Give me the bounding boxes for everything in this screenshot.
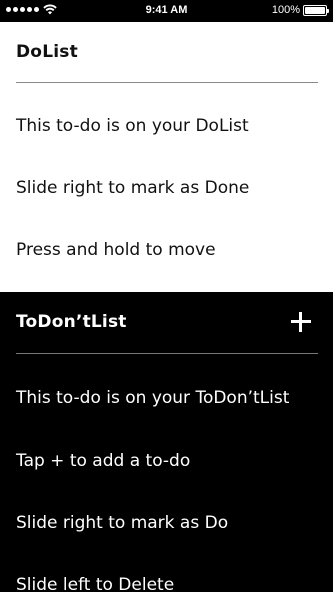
todontlist-section: ToDon’tList This to-do is on your ToDon’… (0, 292, 333, 592)
battery-icon (303, 4, 329, 16)
todontlist-title: ToDon’tList (16, 312, 127, 332)
todontlist-item[interactable]: This to-do is on your ToDon’tList (16, 388, 289, 408)
dolist-item[interactable]: Slide right to mark as Done (16, 178, 249, 198)
status-bar: 9:41 AM 100% (0, 0, 333, 22)
battery-percentage: 100% (271, 4, 300, 16)
status-right: 100% (271, 4, 329, 16)
dolist-item[interactable]: Press and hold to move (16, 240, 216, 260)
battery-fill (305, 6, 325, 14)
todontlist-divider (16, 353, 318, 354)
dolist-divider (16, 82, 318, 83)
plus-icon[interactable] (291, 312, 311, 332)
todontlist-item[interactable]: Tap + to add a to-do (16, 451, 190, 471)
todontlist-item[interactable]: Slide right to mark as Do (16, 513, 228, 533)
dolist-section: DoList This to-do is on your DoList Slid… (0, 22, 333, 292)
dolist-item[interactable]: This to-do is on your DoList (16, 116, 249, 136)
dolist-title: DoList (16, 42, 78, 62)
todontlist-item[interactable]: Slide left to Delete (16, 575, 174, 592)
